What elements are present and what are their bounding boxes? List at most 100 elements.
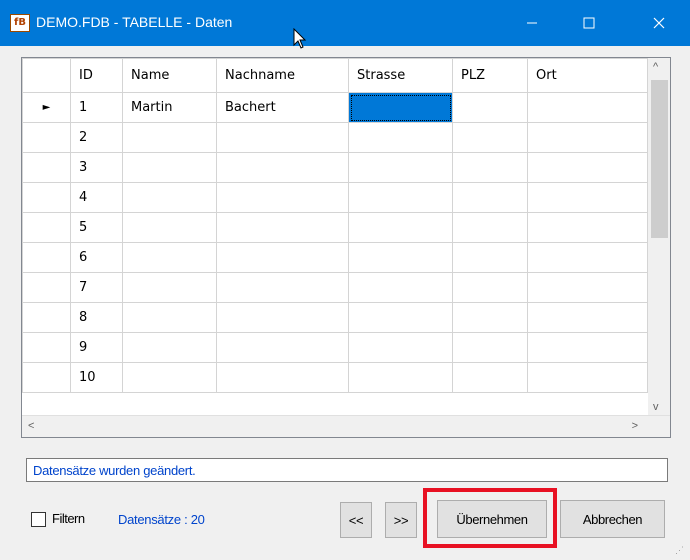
cell-strasse[interactable] xyxy=(348,332,453,363)
table-row[interactable]: 8 xyxy=(22,302,648,333)
cell-nachname[interactable] xyxy=(216,242,349,273)
cell-plz[interactable] xyxy=(452,302,528,333)
scroll-left-icon[interactable]: < xyxy=(28,420,34,432)
cell-ort[interactable] xyxy=(527,332,648,363)
cell-id[interactable]: 2 xyxy=(70,122,123,153)
cell-name[interactable] xyxy=(122,152,217,183)
next-button[interactable]: >> xyxy=(385,502,417,538)
row-header[interactable] xyxy=(22,272,71,303)
cell-name[interactable] xyxy=(122,212,217,243)
cell-strasse[interactable] xyxy=(348,212,453,243)
cell-nachname[interactable] xyxy=(216,152,349,183)
cell-plz[interactable] xyxy=(452,92,528,123)
filter-label[interactable]: Filtern xyxy=(52,511,85,526)
filter-checkbox[interactable] xyxy=(31,512,46,527)
cell-name[interactable] xyxy=(122,182,217,213)
cell-id[interactable]: 3 xyxy=(70,152,123,183)
cell-ort[interactable] xyxy=(527,302,648,333)
cell-id[interactable]: 9 xyxy=(70,332,123,363)
table-row[interactable]: ► 1 Martin Bachert xyxy=(22,92,648,123)
table-row[interactable]: 3 xyxy=(22,152,648,183)
cell-strasse[interactable] xyxy=(348,272,453,303)
cell-strasse[interactable] xyxy=(348,242,453,273)
row-header[interactable] xyxy=(22,152,71,183)
cell-nachname[interactable] xyxy=(216,362,349,393)
cell-strasse-selected[interactable] xyxy=(348,92,453,123)
cell-ort[interactable] xyxy=(527,362,648,393)
cell-ort[interactable] xyxy=(527,152,648,183)
cell-name[interactable] xyxy=(122,122,217,153)
cell-ort[interactable] xyxy=(527,92,648,123)
cell-plz[interactable] xyxy=(452,122,528,153)
cell-name[interactable] xyxy=(122,332,217,363)
column-header-ort[interactable]: Ort xyxy=(527,58,648,93)
cell-ort[interactable] xyxy=(527,212,648,243)
cell-plz[interactable] xyxy=(452,152,528,183)
scroll-right-icon[interactable]: > xyxy=(632,420,638,432)
table-row[interactable]: 9 xyxy=(22,332,648,363)
column-header-nachname[interactable]: Nachname xyxy=(216,58,349,93)
cell-name[interactable] xyxy=(122,302,217,333)
cell-ort[interactable] xyxy=(527,242,648,273)
cell-nachname[interactable] xyxy=(216,122,349,153)
scroll-up-icon[interactable]: ^ xyxy=(653,61,658,73)
cell-strasse[interactable] xyxy=(348,152,453,183)
cell-strasse[interactable] xyxy=(348,302,453,333)
close-button[interactable] xyxy=(636,0,682,46)
table-row[interactable]: 5 xyxy=(22,212,648,243)
previous-button[interactable]: << xyxy=(340,502,372,538)
cell-nachname[interactable]: Bachert xyxy=(216,92,349,123)
vertical-scrollbar[interactable]: ^ v xyxy=(648,58,670,416)
table-row[interactable]: 7 xyxy=(22,272,648,303)
cell-ort[interactable] xyxy=(527,272,648,303)
cancel-button[interactable]: Abbrechen xyxy=(560,500,665,538)
vertical-scroll-thumb[interactable] xyxy=(651,80,668,238)
data-grid[interactable]: ID Name Nachname Strasse PLZ Ort ► 1 Mar… xyxy=(21,57,671,438)
cell-plz[interactable] xyxy=(452,272,528,303)
row-header[interactable] xyxy=(22,182,71,213)
maximize-button[interactable] xyxy=(566,0,612,46)
table-row[interactable]: 6 xyxy=(22,242,648,273)
table-row[interactable]: 2 xyxy=(22,122,648,153)
cell-nachname[interactable] xyxy=(216,212,349,243)
cell-plz[interactable] xyxy=(452,332,528,363)
column-header-plz[interactable]: PLZ xyxy=(452,58,528,93)
table-row[interactable]: 4 xyxy=(22,182,648,213)
column-header-strasse[interactable]: Strasse xyxy=(348,58,453,93)
row-header[interactable] xyxy=(22,362,71,393)
row-header[interactable] xyxy=(22,242,71,273)
row-header[interactable] xyxy=(22,212,71,243)
horizontal-scrollbar[interactable]: < > xyxy=(22,415,670,437)
cell-name[interactable]: Martin xyxy=(122,92,217,123)
column-header-name[interactable]: Name xyxy=(122,58,217,93)
cell-nachname[interactable] xyxy=(216,332,349,363)
cell-name[interactable] xyxy=(122,242,217,273)
cell-plz[interactable] xyxy=(452,362,528,393)
table-row[interactable]: 10 xyxy=(22,362,648,393)
cell-name[interactable] xyxy=(122,362,217,393)
resize-grip-icon[interactable]: ⋰ xyxy=(675,545,687,557)
cell-id[interactable]: 6 xyxy=(70,242,123,273)
row-header[interactable] xyxy=(22,122,71,153)
cell-id[interactable]: 8 xyxy=(70,302,123,333)
minimize-button[interactable] xyxy=(509,0,555,46)
cell-strasse[interactable] xyxy=(348,122,453,153)
cell-nachname[interactable] xyxy=(216,182,349,213)
cell-nachname[interactable] xyxy=(216,302,349,333)
cell-plz[interactable] xyxy=(452,212,528,243)
row-header[interactable] xyxy=(22,332,71,363)
row-header[interactable] xyxy=(22,302,71,333)
cell-plz[interactable] xyxy=(452,242,528,273)
cell-id[interactable]: 4 xyxy=(70,182,123,213)
scroll-down-icon[interactable]: v xyxy=(653,401,659,413)
cell-id[interactable]: 7 xyxy=(70,272,123,303)
cell-name[interactable] xyxy=(122,272,217,303)
cell-nachname[interactable] xyxy=(216,272,349,303)
cell-plz[interactable] xyxy=(452,182,528,213)
current-row-indicator-icon[interactable]: ► xyxy=(22,92,71,123)
cell-ort[interactable] xyxy=(527,122,648,153)
cell-id[interactable]: 1 xyxy=(70,92,123,123)
cell-id[interactable]: 10 xyxy=(70,362,123,393)
cell-ort[interactable] xyxy=(527,182,648,213)
cell-strasse[interactable] xyxy=(348,182,453,213)
